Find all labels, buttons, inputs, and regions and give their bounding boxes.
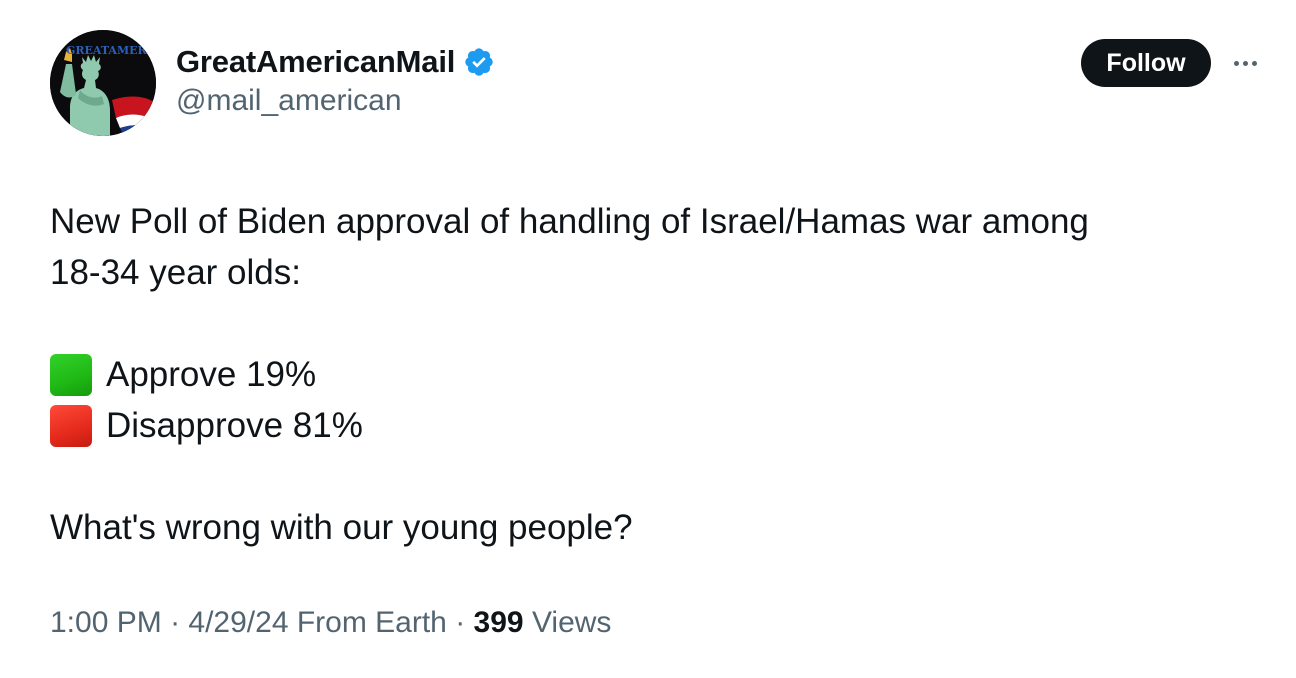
more-options-icon[interactable] bbox=[1226, 50, 1264, 76]
tweet-text: New Poll of Biden approval of handling o… bbox=[50, 196, 1250, 553]
tweet-card: GREATAMERICA GreatAmericanMail @mail_ame… bbox=[0, 0, 1296, 678]
author-handle[interactable]: @mail_american bbox=[176, 84, 402, 118]
author-name-row: GreatAmericanMail bbox=[176, 40, 495, 84]
poll-option-approve: Approve 19% bbox=[50, 349, 1250, 400]
poll-option-text: Approve 19% bbox=[106, 355, 317, 394]
avatar[interactable]: GREATAMERICA bbox=[50, 30, 156, 136]
more-dot bbox=[1242, 60, 1248, 66]
tweet-line-2: 18-34 year olds: bbox=[50, 253, 301, 292]
views-label: Views bbox=[523, 606, 612, 639]
tweet-line-1: New Poll of Biden approval of handling o… bbox=[50, 202, 1089, 241]
more-dot bbox=[1233, 60, 1239, 66]
tweet-date[interactable]: 4/29/24 bbox=[188, 606, 288, 639]
tweet-meta: 1:00 PM · 4/29/24 From Earth · 399 Views bbox=[50, 606, 611, 640]
follow-button[interactable]: Follow bbox=[1081, 39, 1211, 87]
tweet-source: From Earth bbox=[288, 606, 447, 639]
tweet-closing-line: What's wrong with our young people? bbox=[50, 508, 633, 547]
tweet-time[interactable]: 1:00 PM bbox=[50, 606, 162, 639]
avatar-logo-text: GREATAMERICA bbox=[66, 44, 156, 57]
more-dot bbox=[1251, 60, 1257, 66]
verified-badge-icon bbox=[463, 46, 495, 78]
poll-option-disapprove: Disapprove 81% bbox=[50, 400, 1250, 451]
green-square-icon bbox=[50, 353, 92, 396]
meta-separator: · bbox=[161, 606, 189, 639]
display-name[interactable]: GreatAmericanMail bbox=[176, 44, 455, 80]
red-square-icon bbox=[50, 404, 92, 447]
meta-separator: · bbox=[446, 606, 474, 639]
views-count[interactable]: 399 bbox=[474, 606, 524, 639]
poll-option-text: Disapprove 81% bbox=[106, 406, 363, 445]
